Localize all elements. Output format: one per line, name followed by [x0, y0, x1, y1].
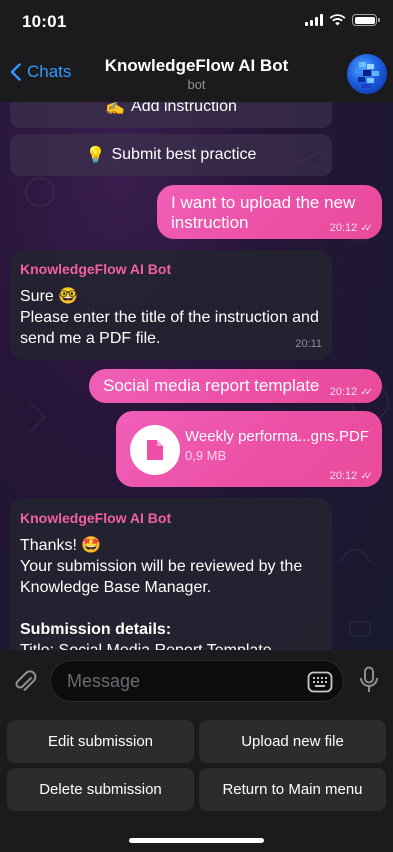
edit-submission-button[interactable]: Edit submission	[7, 720, 194, 763]
message-incoming[interactable]: KnowledgeFlow AI Bot Thanks! 🤩 Your subm…	[10, 498, 332, 650]
details-title: Title: Social Media Report Template	[20, 640, 328, 650]
nav-bar: Chats KnowledgeFlow AI Bot bot	[0, 48, 393, 102]
message-text-line: Sure 🤓	[20, 288, 79, 305]
upload-new-file-button[interactable]: Upload new file	[199, 720, 386, 763]
keyboard-icon[interactable]	[307, 671, 333, 693]
attach-icon[interactable]	[12, 667, 38, 695]
read-check-icon: ✓✓	[360, 222, 373, 234]
submit-best-practice-label: Submit best practice	[111, 146, 257, 163]
add-instruction-label: Add instruction	[131, 102, 237, 115]
chat-header[interactable]: KnowledgeFlow AI Bot bot	[0, 56, 393, 92]
message-text: Social media report template	[103, 376, 320, 395]
message-file[interactable]: Weekly performa...gns.PDF 0,9 MB 20:12 ✓…	[116, 411, 382, 487]
status-time: 10:01	[22, 12, 67, 31]
details-heading: Submission details:	[20, 621, 172, 638]
status-icons	[305, 14, 380, 26]
chat-title: KnowledgeFlow AI Bot	[104, 56, 289, 75]
read-check-icon: ✓✓	[360, 470, 373, 482]
message-meta: 20:12 ✓✓	[329, 386, 373, 398]
signal-icon	[305, 14, 323, 26]
file-size: 0,9 MB	[185, 448, 227, 463]
add-instruction-button[interactable]: ✍️ Add instruction	[10, 102, 332, 128]
writing-hand-icon: ✍️	[105, 102, 126, 116]
message-meta: 20:12 ✓✓	[329, 222, 373, 234]
delete-submission-button[interactable]: Delete submission	[7, 768, 194, 811]
sender-name: KnowledgeFlow AI Bot	[20, 510, 172, 526]
home-indicator[interactable]	[129, 838, 264, 843]
chat-subtitle: bot	[187, 77, 206, 92]
message-text-line: Thanks! 🤩	[20, 537, 102, 554]
read-check-icon: ✓✓	[360, 386, 373, 398]
message-outgoing[interactable]: Social media report template 20:12 ✓✓	[89, 369, 382, 403]
submit-best-practice-button[interactable]: 💡 Submit best practice	[10, 134, 332, 176]
message-field[interactable]	[50, 660, 344, 702]
chat-area[interactable]: ✍️ Add instruction 💡 Submit best practic…	[0, 102, 393, 650]
battery-icon	[352, 14, 380, 26]
return-main-menu-button[interactable]: Return to Main menu	[199, 768, 386, 811]
message-input[interactable]	[67, 661, 297, 701]
message-time: 20:12	[329, 222, 358, 234]
light-bulb-icon: 💡	[85, 147, 106, 164]
file-name: Weekly performa...gns.PDF	[185, 428, 369, 445]
message-meta: 20:12 ✓✓	[329, 470, 373, 482]
status-bar: 10:01	[0, 0, 393, 48]
bot-avatar[interactable]	[347, 54, 387, 94]
reply-keyboard: Edit submission Upload new file Delete s…	[0, 712, 393, 852]
message-incoming[interactable]: KnowledgeFlow AI Bot Sure 🤓 Please enter…	[10, 250, 332, 360]
message-time: 20:12	[329, 470, 358, 482]
mic-icon[interactable]	[359, 666, 379, 694]
sender-name: KnowledgeFlow AI Bot	[20, 261, 172, 277]
message-meta: 20:11	[295, 334, 322, 355]
message-text-line: Please enter the title of the instructio…	[20, 309, 319, 347]
wifi-icon	[329, 14, 346, 26]
message-time: 20:12	[329, 386, 358, 398]
input-bar	[0, 650, 393, 712]
file-icon[interactable]	[130, 425, 180, 475]
message-outgoing[interactable]: I want to upload the new instruction 20:…	[157, 185, 382, 239]
message-time: 20:11	[295, 338, 322, 350]
message-text-line: Your submission will be reviewed by the …	[20, 558, 303, 596]
